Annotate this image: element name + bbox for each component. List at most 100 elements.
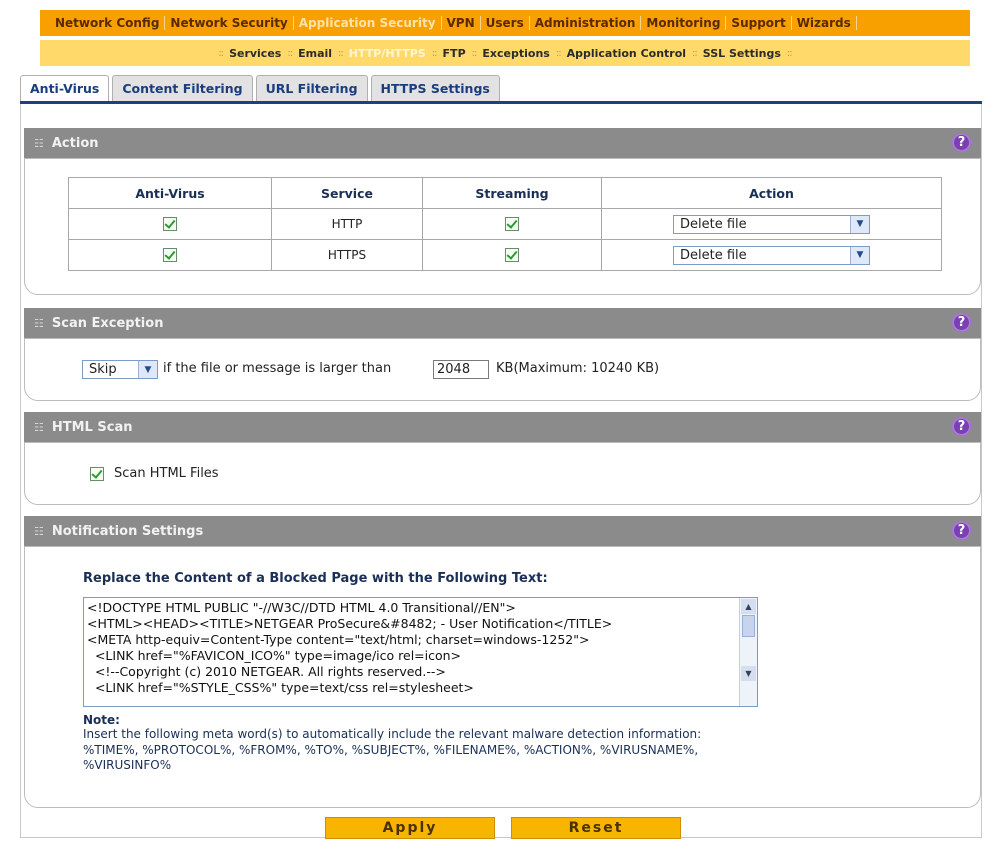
notification-section-header: ☷ Notification Settings ? xyxy=(24,516,981,546)
scan-exception-text: if the file or message is larger than xyxy=(163,361,392,376)
nav-vpn[interactable]: VPN xyxy=(442,16,481,30)
note-meta-words-continued: %VIRUSINFO% xyxy=(83,758,172,772)
html-scan-section-header: ☷ HTML Scan ? xyxy=(24,412,981,442)
notification-title: Notification Settings xyxy=(51,523,204,539)
action-https-value: Delete file xyxy=(680,247,747,263)
nav-application-security[interactable]: Application Security xyxy=(294,16,442,30)
antivirus-http-checkbox[interactable] xyxy=(163,217,177,232)
action-table: Anti-Virus Service Streaming Action HTTP… xyxy=(68,177,942,271)
sub-nav-separator: :: xyxy=(431,47,438,59)
scan-html-files-label: Scan HTML Files xyxy=(114,466,219,481)
nav-administration[interactable]: Administration xyxy=(530,16,642,30)
scan-html-files-checkbox[interactable] xyxy=(90,467,104,481)
textarea-line: <LINK href="%STYLE_CSS%" type=text/css r… xyxy=(87,680,474,695)
textarea-line: <LINK href="%FAVICON_ICO%" type=image/ic… xyxy=(87,648,462,663)
antivirus-https-checkbox[interactable] xyxy=(163,248,177,263)
textarea-line: <META http-equiv=Content-Type content="t… xyxy=(87,632,590,647)
textarea-line: <!--Copyright (c) 2010 NETGEAR. All righ… xyxy=(87,664,446,679)
service-cell: HTTPS xyxy=(271,239,423,271)
sub-nav-separator: :: xyxy=(218,47,224,59)
top-nav: Network Config Network Security Applicat… xyxy=(40,10,970,36)
subnav-ftp[interactable]: FTP xyxy=(443,47,466,60)
col-header-action: Action xyxy=(601,177,942,209)
reset-button[interactable]: Reset xyxy=(511,817,681,839)
tab-content-filtering[interactable]: Content Filtering xyxy=(112,75,253,101)
action-table-header: Anti-Virus Service Streaming Action xyxy=(68,177,942,209)
note-text: Insert the following meta word(s) to aut… xyxy=(83,727,702,741)
section-grip-icon: ☷ xyxy=(34,524,44,538)
note-label: Note: xyxy=(83,713,120,727)
action-http-value: Delete file xyxy=(680,216,747,232)
col-header-antivirus: Anti-Virus xyxy=(68,177,272,209)
sub-nav-separator: :: xyxy=(338,47,344,59)
subnav-email[interactable]: Email xyxy=(298,47,332,60)
nav-wizards[interactable]: Wizards xyxy=(792,16,857,30)
scan-exception-section-header: ☷ Scan Exception ? xyxy=(24,308,981,338)
service-cell: HTTP xyxy=(271,208,423,240)
streaming-http-checkbox[interactable] xyxy=(505,217,519,232)
textarea-scrollbar[interactable]: ▲ ▼ xyxy=(739,598,757,706)
subnav-services[interactable]: Services xyxy=(229,47,281,60)
sub-nav-separator: :: xyxy=(471,47,478,59)
action-cell: Delete file ▼ xyxy=(601,239,942,271)
streaming-cell xyxy=(422,239,602,271)
scan-exception-title: Scan Exception xyxy=(51,315,164,331)
help-icon[interactable]: ? xyxy=(952,417,971,436)
tab-https-settings[interactable]: HTTPS Settings xyxy=(370,75,500,101)
streaming-https-checkbox[interactable] xyxy=(505,248,519,263)
scan-exception-size-input[interactable]: 2048 xyxy=(433,360,489,379)
subnav-exceptions[interactable]: Exceptions xyxy=(482,47,549,60)
action-http-select[interactable]: Delete file ▼ xyxy=(673,214,870,234)
scan-exception-mode-value: Skip xyxy=(89,362,117,377)
nav-network-security[interactable]: Network Security xyxy=(165,16,294,30)
action-section-header: ☷ Action ? xyxy=(24,128,981,158)
sub-nav-separator: :: xyxy=(287,47,293,59)
tab-anti-virus[interactable]: Anti-Virus xyxy=(20,75,110,101)
action-cell: Delete file ▼ xyxy=(601,208,942,240)
section-grip-icon: ☷ xyxy=(34,316,44,330)
scan-exception-mode-select[interactable]: Skip ▼ xyxy=(82,360,158,379)
textarea-line: <HTML><HEAD><TITLE>NETGEAR ProSecure&#84… xyxy=(87,616,613,631)
tab-bar: Anti-Virus Content Filtering URL Filteri… xyxy=(20,75,503,101)
streaming-cell xyxy=(422,208,602,240)
table-row: HTTP Delete file ▼ xyxy=(68,208,942,240)
action-section-title: Action xyxy=(51,135,99,151)
subnav-application-control[interactable]: Application Control xyxy=(567,47,686,60)
scan-exception-unit: KB(Maximum: 10240 KB) xyxy=(496,361,660,376)
scroll-up-icon[interactable]: ▲ xyxy=(741,599,756,614)
subnav-ssl-settings[interactable]: SSL Settings xyxy=(703,47,781,60)
table-row: HTTPS Delete file ▼ xyxy=(68,239,942,271)
chevron-down-icon: ▼ xyxy=(850,246,869,264)
nav-users[interactable]: Users xyxy=(481,16,530,30)
col-header-service: Service xyxy=(271,177,423,209)
help-icon[interactable]: ? xyxy=(952,521,971,540)
section-grip-icon: ☷ xyxy=(34,136,44,150)
antivirus-cell xyxy=(68,239,272,271)
sub-nav: :: Services :: Email :: HTTP/HTTPS :: FT… xyxy=(40,40,970,66)
scroll-down-icon[interactable]: ▼ xyxy=(741,666,756,681)
action-https-select[interactable]: Delete file ▼ xyxy=(673,245,870,265)
textarea-line: <!DOCTYPE HTML PUBLIC "-//W3C//DTD HTML … xyxy=(87,600,516,615)
antivirus-cell xyxy=(68,208,272,240)
sub-nav-separator: :: xyxy=(786,47,793,59)
tab-url-filtering[interactable]: URL Filtering xyxy=(255,75,368,101)
chevron-down-icon: ▼ xyxy=(850,215,869,233)
nav-support[interactable]: Support xyxy=(726,16,792,30)
sub-nav-separator: :: xyxy=(555,47,562,59)
notification-heading: Replace the Content of a Blocked Page wi… xyxy=(83,571,548,586)
nav-monitoring[interactable]: Monitoring xyxy=(641,16,727,30)
scroll-thumb[interactable] xyxy=(742,615,755,637)
help-icon[interactable]: ? xyxy=(952,313,971,332)
blocked-page-text-area[interactable]: <!DOCTYPE HTML PUBLIC "-//W3C//DTD HTML … xyxy=(83,597,758,707)
subnav-http-https[interactable]: HTTP/HTTPS xyxy=(349,47,426,60)
chevron-down-icon: ▼ xyxy=(138,361,157,378)
sub-nav-separator: :: xyxy=(692,47,698,59)
col-header-streaming: Streaming xyxy=(422,177,602,209)
section-grip-icon: ☷ xyxy=(34,420,44,434)
apply-button[interactable]: Apply xyxy=(325,817,495,839)
html-scan-title: HTML Scan xyxy=(51,419,133,435)
note-meta-words: %TIME%, %PROTOCOL%, %FROM%, %TO%, %SUBJE… xyxy=(83,743,699,757)
nav-network-config[interactable]: Network Config xyxy=(50,16,166,30)
textarea-content: <!DOCTYPE HTML PUBLIC "-//W3C//DTD HTML … xyxy=(87,600,737,696)
help-icon[interactable]: ? xyxy=(952,133,971,152)
